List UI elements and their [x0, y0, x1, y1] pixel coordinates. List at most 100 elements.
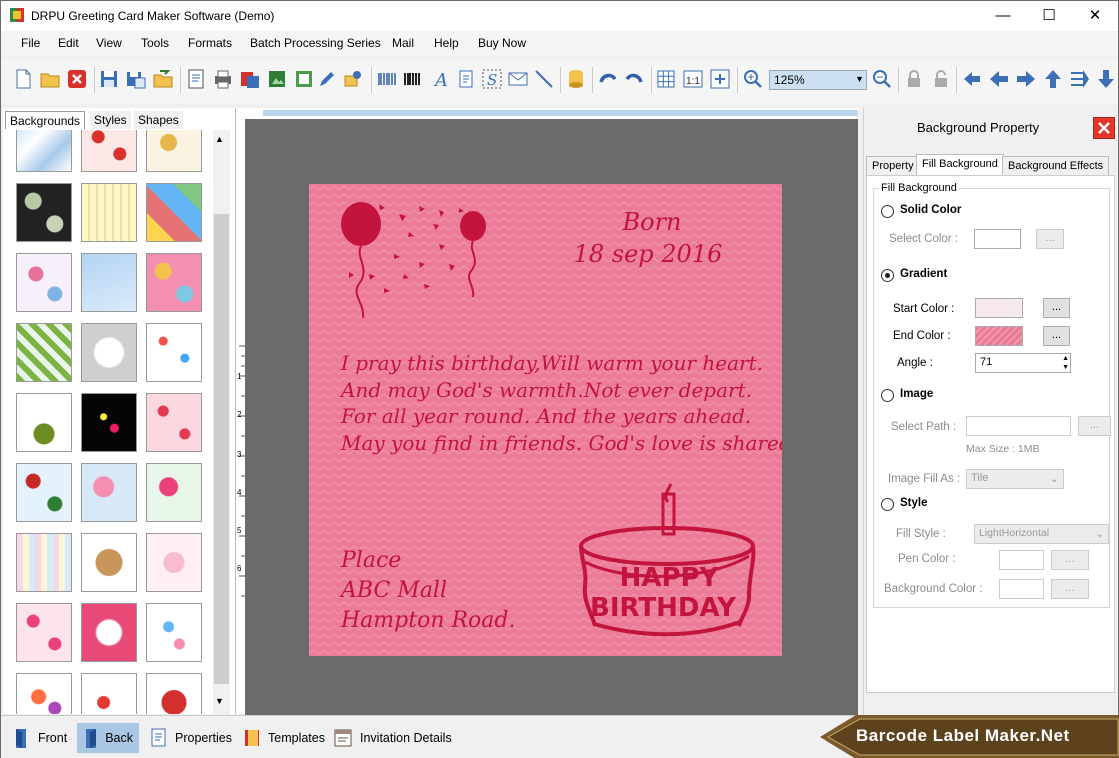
background-color-browse-button[interactable]: ... — [1051, 579, 1089, 599]
background-thumbnail[interactable] — [16, 323, 72, 382]
select-color-swatch[interactable] — [974, 229, 1021, 249]
save-as-icon[interactable] — [124, 67, 148, 91]
solid-color-radio[interactable] — [881, 205, 894, 218]
card-verse-line[interactable]: For all year round. And the years ahead. — [340, 404, 751, 428]
pen-color-swatch[interactable] — [999, 550, 1044, 570]
align-left-icon[interactable] — [960, 67, 984, 91]
end-color-browse-button[interactable]: ... — [1043, 326, 1070, 346]
select-color-browse-button[interactable]: ... — [1036, 229, 1064, 249]
properties-button[interactable]: Properties — [144, 723, 238, 753]
redo-icon[interactable] — [622, 67, 646, 91]
background-thumbnail[interactable] — [146, 463, 202, 522]
print-preview-icon[interactable] — [238, 67, 262, 91]
invitation-details-button[interactable]: Invitation Details — [327, 723, 458, 753]
shapes-icon[interactable] — [341, 67, 365, 91]
close-button[interactable]: ✕ — [1072, 1, 1118, 31]
actual-size-icon[interactable]: 1:1 — [681, 67, 705, 91]
mail-icon[interactable] — [506, 67, 530, 91]
background-thumbnail[interactable] — [81, 323, 137, 382]
menu-file[interactable]: File — [19, 36, 42, 50]
menu-mail[interactable]: Mail — [390, 36, 416, 50]
background-thumbnail[interactable] — [16, 183, 72, 242]
background-thumbnail[interactable] — [81, 673, 137, 714]
background-color-swatch[interactable] — [999, 579, 1044, 599]
design-canvas[interactable]: Born 18 sep 2016 I pray this birthday,Wi… — [245, 119, 858, 715]
background-thumbnail[interactable] — [16, 393, 72, 452]
barcode-2-icon[interactable] — [401, 67, 425, 91]
angle-stepper[interactable]: 71 ▲ ▼ — [975, 353, 1071, 373]
background-thumbnail[interactable] — [146, 253, 202, 312]
print-icon[interactable] — [211, 67, 235, 91]
card-place-line[interactable]: Hampton Road. — [340, 608, 516, 633]
background-thumbnail[interactable] — [146, 533, 202, 592]
image-insert-icon[interactable] — [265, 67, 289, 91]
scrollbar-thumb[interactable] — [214, 214, 229, 684]
close-panel-button[interactable] — [1093, 117, 1115, 139]
tab-background-effects[interactable]: Background Effects — [1002, 156, 1110, 176]
background-thumbnail[interactable] — [81, 253, 137, 312]
unlock-icon[interactable] — [929, 67, 953, 91]
tab-property[interactable]: Property — [866, 156, 920, 176]
start-color-browse-button[interactable]: ... — [1043, 298, 1070, 318]
save-icon[interactable] — [97, 67, 121, 91]
background-thumbnail[interactable] — [81, 603, 137, 662]
thumbnails-scrollbar[interactable]: ▲ ▼ — [213, 130, 230, 714]
grid-icon[interactable] — [654, 67, 678, 91]
background-thumbnail[interactable] — [146, 130, 202, 172]
background-thumbnail[interactable] — [16, 533, 72, 592]
tab-styles[interactable]: Styles — [90, 111, 131, 129]
background-thumbnail[interactable] — [16, 253, 72, 312]
start-color-swatch[interactable] — [975, 298, 1023, 318]
style-radio[interactable] — [881, 498, 894, 511]
zoom-out-icon[interactable] — [870, 67, 894, 91]
distribute-icon[interactable] — [1068, 67, 1092, 91]
lock-icon[interactable] — [902, 67, 926, 91]
background-thumbnail[interactable] — [146, 323, 202, 382]
end-color-swatch[interactable] — [975, 326, 1023, 346]
background-thumbnail[interactable] — [81, 130, 137, 172]
background-thumbnail[interactable] — [146, 183, 202, 242]
card-verse-line[interactable]: And may God's warmth.Not ever depart. — [339, 378, 752, 402]
scroll-down-icon[interactable]: ▼ — [215, 696, 224, 706]
templates-button[interactable]: Templates — [237, 723, 331, 753]
card-born-label[interactable]: Born — [621, 208, 681, 236]
select-path-input[interactable] — [966, 416, 1071, 436]
menu-view[interactable]: View — [94, 36, 124, 50]
menu-batch-processing[interactable]: Batch Processing Series — [248, 36, 383, 50]
minimize-button[interactable]: — — [980, 1, 1026, 31]
scroll-up-icon[interactable]: ▲ — [215, 134, 224, 144]
background-thumbnail[interactable] — [16, 130, 72, 172]
close-doc-icon[interactable] — [65, 67, 89, 91]
tab-shapes[interactable]: Shapes — [134, 111, 183, 129]
background-thumbnail[interactable] — [81, 393, 137, 452]
background-thumbnail[interactable] — [146, 673, 202, 714]
move-right-icon[interactable] — [1014, 67, 1038, 91]
gradient-radio[interactable] — [881, 269, 894, 282]
zoom-in-icon[interactable] — [741, 67, 765, 91]
move-down-icon[interactable] — [1094, 67, 1118, 91]
new-icon[interactable] — [11, 67, 35, 91]
symbol-icon[interactable]: S — [480, 67, 504, 91]
move-up-icon[interactable] — [1041, 67, 1065, 91]
back-button[interactable]: Back — [77, 723, 139, 753]
card-born-date[interactable]: 18 sep 2016 — [574, 240, 723, 268]
background-thumbnail[interactable] — [16, 603, 72, 662]
database-icon[interactable] — [564, 67, 588, 91]
properties-icon[interactable] — [184, 67, 208, 91]
background-thumbnail[interactable] — [16, 673, 72, 714]
card-place-line[interactable]: Place — [340, 548, 401, 573]
move-left-icon[interactable] — [987, 67, 1011, 91]
background-thumbnail[interactable] — [81, 533, 137, 592]
line-icon[interactable] — [532, 67, 556, 91]
tab-fill-background[interactable]: Fill Background — [916, 154, 1004, 176]
maximize-button[interactable]: ☐ — [1026, 1, 1072, 31]
stepper-arrows-icon[interactable]: ▲ ▼ — [1062, 354, 1069, 372]
open-icon[interactable] — [38, 67, 62, 91]
tab-backgrounds[interactable]: Backgrounds — [5, 111, 86, 129]
image-radio[interactable] — [881, 389, 894, 402]
front-button[interactable]: Front — [7, 723, 73, 753]
menu-tools[interactable]: Tools — [139, 36, 171, 50]
card-place-line[interactable]: ABC Mall — [339, 578, 447, 603]
background-thumbnail[interactable] — [146, 393, 202, 452]
picture-icon[interactable] — [292, 67, 316, 91]
